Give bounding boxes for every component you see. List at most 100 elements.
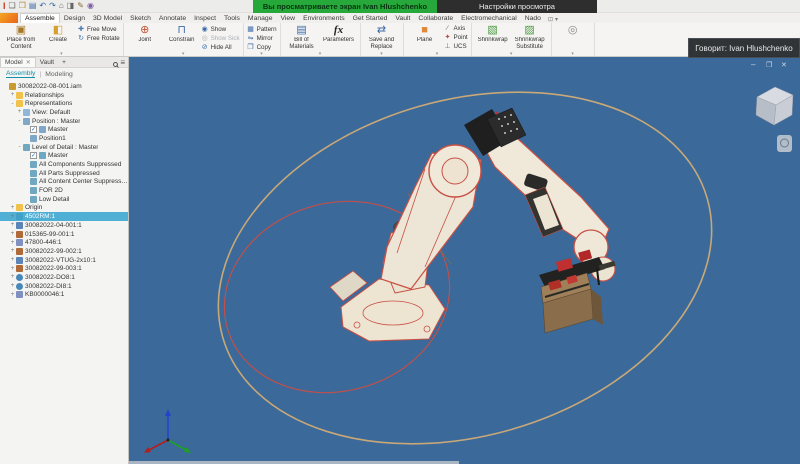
joint-button[interactable]: ⊕Joint [127, 24, 163, 51]
tab-assemble[interactable]: Assemble [20, 13, 60, 23]
constrain-button[interactable]: ⊓Constrain [164, 24, 200, 51]
tree-row[interactable]: +30082022-VTUG-2x10:1 [0, 256, 128, 265]
tree-row[interactable]: +Origin [0, 204, 128, 213]
tab-3d-model[interactable]: 3D Model [89, 14, 126, 23]
tree-row[interactable]: +4502RM:1 [0, 212, 128, 221]
tree-row[interactable]: -Level of Detail : Master [0, 143, 128, 152]
copy-button[interactable]: ❐Copy [247, 43, 277, 51]
free-rotate-button[interactable]: ↻Free Rotate [77, 34, 120, 42]
place-from-content-center-button[interactable]: ▣Place from Content Center [3, 24, 39, 51]
browser-tab-model[interactable]: Model ✕ [0, 57, 36, 67]
new-icon[interactable]: ❏ [9, 1, 16, 11]
tree-row[interactable]: Position1 [0, 134, 128, 143]
tree-row[interactable]: +47800-446:1 [0, 238, 128, 247]
expand-toggle[interactable]: + [9, 240, 16, 246]
options-button[interactable]: ◎ [555, 24, 591, 51]
tree-row[interactable]: +30082022-99-002:1 [0, 247, 128, 256]
checkbox-checked-icon[interactable]: ✓ [30, 152, 37, 159]
expand-toggle[interactable]: + [9, 205, 16, 211]
doc-close-button[interactable]: ✕ [781, 62, 787, 69]
expand-toggle[interactable]: + [9, 274, 16, 280]
undo-icon[interactable]: ↶ [39, 1, 46, 11]
save-and-replace-button[interactable]: ⇄Save and Replace [364, 24, 400, 51]
appearance-globe-icon[interactable]: ◉ [87, 1, 94, 11]
view-face-icon[interactable]: ◨ [67, 1, 75, 11]
view-settings-button[interactable]: Настройки просмотра [437, 0, 597, 13]
tree-row[interactable]: All Components Suppressed [0, 160, 128, 169]
checkbox-checked-icon[interactable]: ✓ [30, 126, 37, 133]
tab-environments[interactable]: Environments [299, 14, 349, 23]
tree-row[interactable]: +View: Default [0, 108, 128, 117]
tree-row[interactable]: -Position : Master [0, 117, 128, 126]
tab-sketch[interactable]: Sketch [126, 14, 155, 23]
work-circle-large[interactable] [176, 57, 753, 464]
doc-restore-button[interactable]: ❐ [766, 61, 772, 69]
save-icon[interactable]: ▤ [29, 1, 37, 11]
tree-row[interactable]: 30082022-08-001.iam [0, 82, 128, 91]
show-button[interactable]: ◉Show [201, 25, 240, 33]
parameters-button[interactable]: fxParameters [321, 24, 357, 51]
tab-nado[interactable]: Nado [521, 14, 545, 23]
hide-all-button[interactable]: ⊘Hide All [201, 43, 240, 51]
view-cube[interactable] [756, 87, 793, 125]
add-browser-tab-button[interactable]: + [58, 58, 70, 67]
bill-of-materials-button[interactable]: ▤Bill of Materials [284, 24, 320, 51]
ribbon-collapse-icon[interactable]: ▾ [555, 16, 558, 23]
expand-toggle[interactable]: - [16, 144, 23, 150]
mode-tab-assembly[interactable]: Assembly [6, 70, 35, 78]
tab-inspect[interactable]: Inspect [190, 14, 220, 23]
ucs-button[interactable]: ⊥UCS [444, 42, 468, 50]
expand-toggle[interactable]: + [9, 292, 16, 298]
tree-row[interactable]: +30082022-DI8:1 [0, 282, 128, 291]
free-move-button[interactable]: ✚Free Move [77, 25, 120, 33]
tree-row[interactable]: +30082022-99-003:1 [0, 264, 128, 273]
shrinkwrap-button[interactable]: ▧Shrinkwrap [475, 24, 511, 51]
pattern-button[interactable]: ▦Pattern [247, 25, 277, 33]
expand-toggle[interactable]: + [9, 248, 16, 254]
tree-row[interactable]: FOR 2D [0, 186, 128, 195]
file-menu-button[interactable] [0, 13, 18, 23]
axis-button[interactable]: ∕Axis [444, 25, 468, 32]
tab-design[interactable]: Design [60, 14, 89, 23]
tree-row[interactable]: ✓Master [0, 152, 128, 161]
mode-tab-modeling[interactable]: Modeling [45, 71, 73, 78]
expand-toggle[interactable]: + [9, 257, 16, 263]
create-button[interactable]: ◧Create [40, 24, 76, 51]
expand-toggle[interactable]: + [16, 109, 23, 115]
tree-row[interactable]: +30082022-DO8:1 [0, 273, 128, 282]
tree-row[interactable]: ✓Master [0, 125, 128, 134]
shrinkwrap-substitute-button[interactable]: ▨Shrinkwrap Substitute [512, 24, 548, 51]
tree-row[interactable]: +Relationships [0, 91, 128, 100]
close-icon[interactable]: ✕ [26, 59, 31, 66]
expand-toggle[interactable]: + [9, 222, 16, 228]
3d-viewport[interactable]: ‒ ❐ ✕ [129, 57, 800, 464]
expand-toggle[interactable]: + [9, 283, 16, 289]
tab-vault[interactable]: Vault [391, 14, 414, 23]
tree-row[interactable]: Low Detail [0, 195, 128, 204]
tree-row[interactable]: +KB0000046:1 [0, 291, 128, 300]
tree-row[interactable]: All Parts Suppressed [0, 169, 128, 178]
search-icon[interactable] [113, 62, 118, 67]
expand-toggle[interactable]: - [16, 118, 23, 124]
expand-toggle[interactable]: + [9, 231, 16, 237]
menu-icon[interactable]: ≡ [120, 58, 125, 67]
redo-icon[interactable]: ↷ [49, 1, 56, 11]
tab-get-started[interactable]: Get Started [349, 14, 392, 23]
home-icon[interactable]: ⌂ [59, 1, 64, 11]
tab-collaborate[interactable]: Collaborate [414, 14, 457, 23]
tree-row[interactable]: All Content Center Suppressed [0, 178, 128, 187]
tab-view[interactable]: View [276, 14, 299, 23]
expand-toggle[interactable]: + [9, 214, 16, 220]
tab-manage[interactable]: Manage [244, 14, 277, 23]
tab-tools[interactable]: Tools [220, 14, 244, 23]
tab-electromechanical[interactable]: Electromechanical [457, 14, 521, 23]
tree-row[interactable]: +015365-99-001:1 [0, 230, 128, 239]
expand-toggle[interactable]: + [9, 266, 16, 272]
doc-minimize-button[interactable]: ‒ [751, 60, 756, 69]
navigation-wheel-icon[interactable] [777, 135, 792, 152]
ribbon-display-icon[interactable]: ⊡ [548, 16, 553, 23]
tree-row[interactable]: +30082022-04-001:1 [0, 221, 128, 230]
tree-row[interactable]: -Representations [0, 99, 128, 108]
plane-button[interactable]: ■Plane [407, 24, 443, 51]
tab-annotate[interactable]: Annotate [155, 14, 190, 23]
